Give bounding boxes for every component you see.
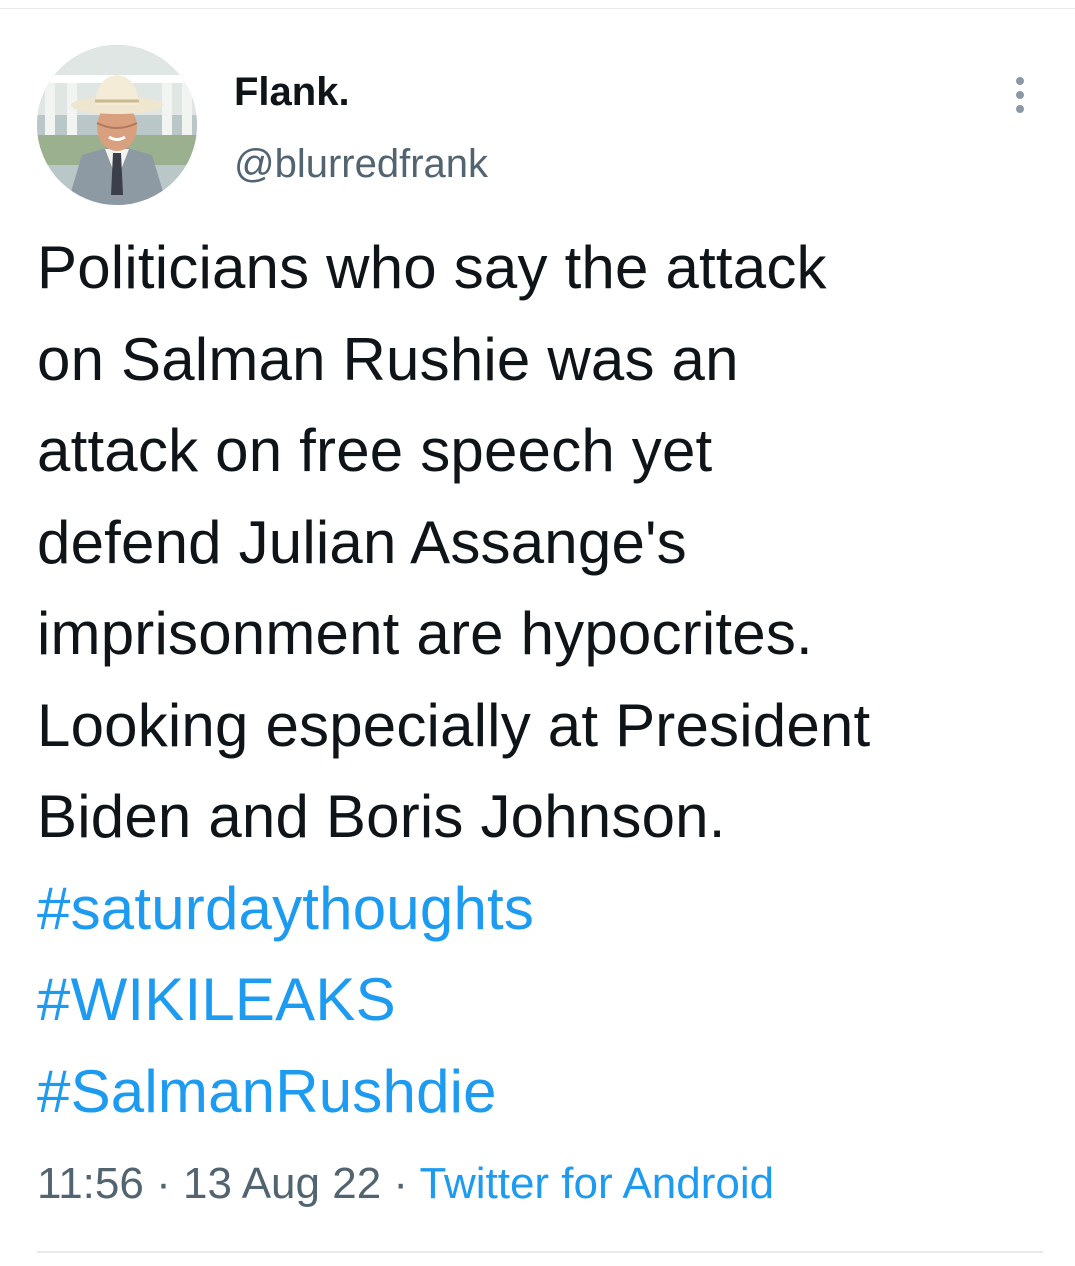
- tweet-text-line: on Salman Rushie was an: [37, 325, 739, 393]
- tweet-text-line: defend Julian Assange's: [37, 508, 687, 576]
- more-vertical-icon-dot: [1016, 105, 1024, 113]
- tweet-source-link[interactable]: Twitter for Android: [420, 1159, 775, 1208]
- more-vertical-icon-dot: [1016, 91, 1024, 99]
- bottom-divider: [37, 1251, 1043, 1253]
- tweet-date[interactable]: 13 Aug 22: [183, 1159, 381, 1208]
- tweet-text-line: attack on free speech yet: [37, 417, 713, 484]
- tweet-text-line: Politicians who say the attack: [37, 234, 827, 301]
- hashtag-link-saturdaythoughts[interactable]: #saturdaythoughts: [37, 863, 1047, 955]
- meta-separator: ·: [156, 1159, 171, 1208]
- avatar-image: [37, 45, 197, 205]
- tweet-text-line: imprisonment are hypocrites.: [37, 600, 813, 667]
- tweet-metadata: 11:56 · 13 Aug 22 · Twitter for Android: [37, 1156, 774, 1212]
- tweet-card: Flank. @blurredfrank Politicians who say…: [0, 0, 1075, 1266]
- tweet-time[interactable]: 11:56: [37, 1159, 144, 1208]
- hashtag-link-salmanrushdie[interactable]: #SalmanRushdie: [37, 1046, 1047, 1138]
- tweet-text-line: Biden and Boris Johnson.: [37, 783, 726, 850]
- avatar[interactable]: [37, 45, 197, 205]
- more-options-button[interactable]: [998, 66, 1042, 124]
- user-handle[interactable]: @blurredfrank: [234, 140, 488, 188]
- more-vertical-icon: [1016, 77, 1024, 85]
- tweet-text-line: Looking especially at President: [37, 691, 871, 759]
- meta-separator: ·: [393, 1159, 409, 1208]
- tweet-text: Politicians who say the attack on Salman…: [37, 222, 1047, 1137]
- display-name[interactable]: Flank.: [234, 68, 350, 116]
- hashtag-link-wikileaks[interactable]: #WIKILEAKS: [37, 954, 1047, 1046]
